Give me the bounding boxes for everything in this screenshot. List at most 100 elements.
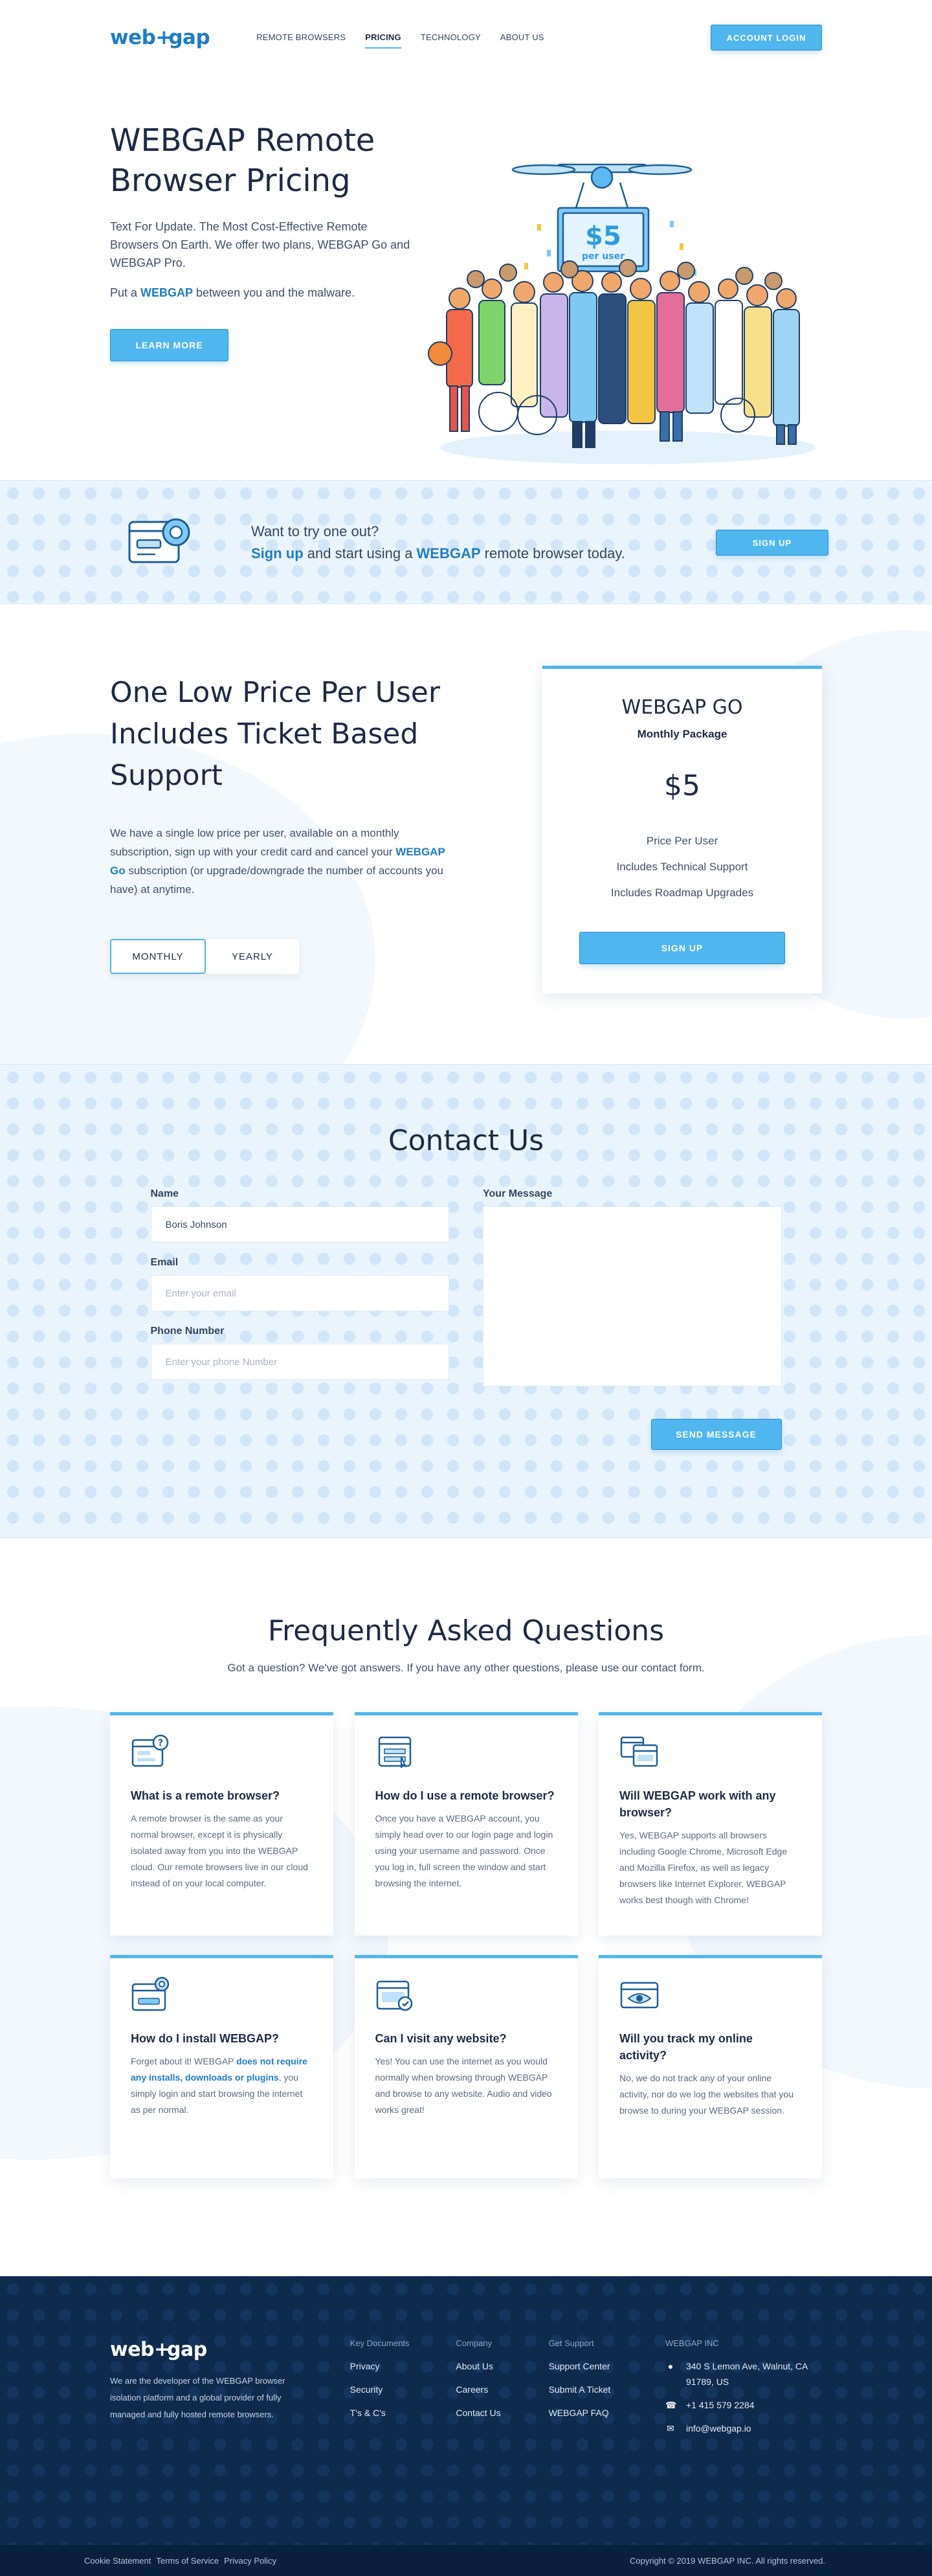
faq-card: Can I visit any website? Yes! You can us…: [354, 1955, 578, 2178]
faq-card: ? What is a remote browser? A remote bro…: [110, 1712, 333, 1936]
footer-about: We are the developer of the WEBGAP brows…: [110, 2376, 285, 2419]
faq-answer: A remote browser is the same as your nor…: [131, 1813, 308, 1888]
footer-email[interactable]: info@webgap.io: [686, 2421, 751, 2436]
plan-feature: Price Per User: [646, 835, 718, 847]
footer-heading: WEBGAP INC: [665, 2338, 719, 2348]
faq-question: Will WEBGAP work with any browser?: [619, 1789, 776, 1819]
message-textarea[interactable]: [483, 1206, 782, 1386]
hero-description: Text For Update. The Most Cost-Effective…: [110, 220, 410, 269]
faq-title: Frequently Asked Questions: [267, 1614, 665, 1647]
nav-remote-browsers[interactable]: REMOTE BROWSERS: [256, 27, 346, 49]
nav-pricing[interactable]: PRICING: [365, 27, 401, 49]
nav-about-us[interactable]: ABOUT US: [500, 27, 544, 49]
signup-link[interactable]: Sign up: [251, 545, 304, 561]
pricing-section: One Low Price Per User Includes Ticket B…: [0, 604, 932, 1064]
browser-lock-icon: [128, 518, 190, 563]
faq-card: Will WEBGAP work with any browser? Yes, …: [599, 1712, 822, 1936]
footer-phone[interactable]: +1 415 579 2284: [686, 2397, 755, 2413]
plan-signup-button[interactable]: SIGN UP: [579, 932, 785, 964]
faq-question: Will you track my online activity?: [619, 2032, 753, 2062]
location-pin-icon: ●: [667, 2361, 674, 2371]
footer-address: 340 S Lemon Ave, Walnut, CA 91789, US: [685, 2361, 808, 2387]
faq-answer: Yes! You can use the internet as you wou…: [375, 2056, 552, 2115]
faq-card: How do I install WEBGAP? Forget about it…: [110, 1955, 333, 2178]
contact-title: Contact Us: [388, 1124, 544, 1157]
plan-features: Price Per User Includes Technical Suppor…: [542, 828, 822, 906]
contact-form: Name Boris Johnson Email Enter your emai…: [150, 1188, 782, 1394]
email-field[interactable]: Enter your email: [150, 1275, 449, 1311]
faq-answer: Once you have a WEBGAP account, you simp…: [375, 1813, 553, 1888]
faq-answer: Yes, WEBGAP supports all browsers includ…: [619, 1830, 788, 1905]
page-title: WEBGAP Remote Browser Pricing: [110, 122, 375, 199]
try-signup-button[interactable]: SIGN UP: [716, 530, 828, 556]
site-footer: web+gap We are the developer of the WEBG…: [0, 2276, 932, 2545]
contact-section: Contact Us Name Boris Johnson Email Ente…: [0, 1064, 932, 1538]
copyright: Copyright © 2019 WEBGAP INC. All rights …: [630, 2555, 825, 2566]
footer-logo[interactable]: web+gap: [110, 2338, 350, 2361]
browser-windows-icon: [620, 1736, 658, 1767]
footer-link-terms[interactable]: T's & C's: [350, 2408, 456, 2418]
email-label: Email: [150, 1257, 179, 1268]
hero-tagline: Put a WEBGAP between you and the malware…: [110, 286, 355, 299]
cookie-statement-link[interactable]: Cookie Statement: [84, 2556, 151, 2566]
learn-more-button[interactable]: LEARN MORE: [110, 329, 228, 361]
hero-section: WEBGAP Remote Browser Pricing Text For U…: [0, 75, 932, 480]
footer-link-about-us[interactable]: About Us: [456, 2361, 548, 2371]
svg-text:?: ?: [158, 1738, 163, 1748]
footer-bottom-bar: Cookie Statement Terms of Service Privac…: [0, 2545, 932, 2576]
billing-toggle: MONTHLY YEARLY: [110, 939, 299, 974]
name-label: Name: [150, 1188, 179, 1199]
name-field[interactable]: Boris Johnson: [150, 1206, 449, 1243]
send-message-button[interactable]: SEND MESSAGE: [650, 1419, 782, 1450]
website-window-icon: [376, 1980, 412, 2011]
footer-heading: Company: [456, 2338, 493, 2348]
sign-unit: per user: [582, 251, 625, 262]
plan-name: WEBGAP GO: [621, 696, 743, 719]
crowd-drone-illustration: $5 per user: [414, 75, 822, 480]
faq-question: What is a remote browser?: [131, 1789, 280, 1802]
toggle-yearly[interactable]: YEARLY: [206, 939, 299, 974]
footer-link-careers[interactable]: Careers: [456, 2384, 548, 2395]
faq-section: Frequently Asked Questions Got a questio…: [0, 1538, 932, 2276]
try-message: Want to try one out? Sign up and start u…: [251, 523, 625, 561]
faq-answer: Forget about it! WEBGAP does not require…: [131, 2056, 307, 2115]
phone-icon: ☎: [665, 2400, 677, 2410]
footer-link-submit-ticket[interactable]: Submit A Ticket: [549, 2384, 665, 2395]
sign-price: $5: [585, 221, 621, 251]
nav-technology[interactable]: TECHNOLOGY: [421, 27, 481, 49]
site-header: web+gap REMOTE BROWSERS PRICING TECHNOLO…: [0, 0, 932, 75]
footer-link-support-center[interactable]: Support Center: [549, 2361, 665, 2371]
webgap-logo[interactable]: web+gap: [110, 26, 210, 49]
mail-icon: ✉: [667, 2423, 674, 2434]
main-nav: REMOTE BROWSERS PRICING TECHNOLOGY ABOUT…: [256, 27, 544, 49]
toggle-monthly[interactable]: MONTHLY: [110, 939, 206, 974]
faq-card: How do I use a remote browser? Once you …: [354, 1712, 578, 1936]
faq-question: How do I use a remote browser?: [375, 1789, 555, 1802]
try-banner: Want to try one out? Sign up and start u…: [0, 480, 932, 604]
faq-card: Will you track my online activity? No, w…: [599, 1955, 822, 2178]
account-login-button[interactable]: ACCOUNT LOGIN: [711, 25, 822, 51]
plan-package: Monthly Package: [637, 728, 727, 740]
phone-label: Phone Number: [150, 1326, 225, 1337]
footer-link-security[interactable]: Security: [350, 2384, 456, 2395]
login-window-icon: [378, 1736, 411, 1768]
terms-of-service-link[interactable]: Terms of Service: [156, 2556, 219, 2566]
privacy-policy-link[interactable]: Privacy Policy: [224, 2556, 276, 2566]
faq-question: Can I visit any website?: [375, 2032, 507, 2045]
plan-feature: Includes Roadmap Upgrades: [610, 887, 754, 899]
faq-subtitle: Got a question? We've got answers. If yo…: [227, 1662, 705, 1674]
footer-heading: Get Support: [548, 2338, 594, 2348]
plan-feature: Includes Technical Support: [616, 861, 748, 873]
footer-link-privacy[interactable]: Privacy: [350, 2361, 456, 2371]
message-label: Your Message: [483, 1188, 553, 1199]
pricing-description: We have a single low price per user, ava…: [110, 827, 445, 896]
footer-link-faq[interactable]: WEBGAP FAQ: [549, 2408, 665, 2418]
phone-field[interactable]: Enter your phone Number: [150, 1344, 449, 1380]
footer-link-contact-us[interactable]: Contact Us: [456, 2408, 548, 2418]
question-window-icon: ?: [131, 1734, 169, 1767]
footer-company-info: WEBGAP INC ● 340 S Lemon Ave, Walnut, CA …: [665, 2338, 822, 2444]
faq-question: How do I install WEBGAP?: [131, 2032, 279, 2045]
plan-price: $5: [664, 769, 700, 802]
pricing-title: One Low Price Per User Includes Ticket B…: [110, 676, 440, 792]
eye-window-icon: [620, 1982, 659, 2009]
